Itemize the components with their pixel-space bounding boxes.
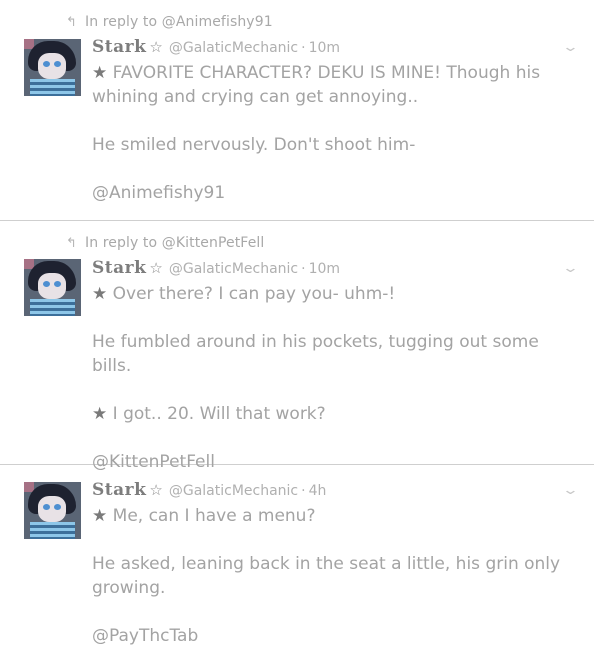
- display-name[interactable]: Stark: [92, 37, 146, 57]
- tweet-line: He fumbled around in his pockets, tuggin…: [92, 332, 539, 376]
- reply-to-text[interactable]: In reply to @Animefishy91: [85, 14, 273, 30]
- chevron-down-icon[interactable]: ⌄: [562, 483, 579, 498]
- handle[interactable]: @GalaticMechanic: [169, 40, 298, 56]
- tweet-header: Stark ☆ @GalaticMechanic · 4h: [92, 480, 326, 500]
- separator-dot: ·: [301, 40, 306, 56]
- tweet-header: Stark ☆ @GalaticMechanic · 10m: [92, 37, 340, 57]
- chevron-down-icon[interactable]: ⌄: [562, 261, 579, 276]
- black-star-glyph: ★: [92, 506, 108, 526]
- star-outline-icon: ☆: [149, 481, 163, 499]
- black-star-glyph: ★: [92, 63, 108, 83]
- tweet-line: ★ FAVORITE CHARACTER? DEKU IS MINE! Thou…: [92, 63, 541, 107]
- black-star-glyph: ★: [92, 404, 108, 424]
- reply-arrow-icon: ↰: [66, 236, 77, 251]
- tweet-line: ★ Over there? I can pay you- uhm-!: [92, 284, 396, 304]
- tweet[interactable]: ↰ In reply to @Animefishy91 Stark ☆ @Galati…: [0, 0, 594, 221]
- separator-dot: ·: [301, 261, 306, 277]
- separator-dot: ·: [301, 483, 306, 499]
- reply-context[interactable]: ↰ In reply to @KittenPetFell: [66, 235, 264, 251]
- reply-context[interactable]: ↰ In reply to @Animefishy91: [66, 14, 273, 30]
- tweet-line: He smiled nervously. Don't shoot him-: [92, 135, 416, 155]
- tweet[interactable]: Stark ☆ @GalaticMechanic · 4h ⌄ ★ Me, can I …: [0, 465, 594, 653]
- tweet-header: Stark ☆ @GalaticMechanic · 10m: [92, 258, 340, 278]
- timestamp[interactable]: 10m: [309, 261, 340, 277]
- avatar[interactable]: [24, 482, 81, 539]
- star-outline-icon: ☆: [149, 38, 163, 56]
- tweet-text: ★ FAVORITE CHARACTER? DEKU IS MINE! Thou…: [92, 61, 562, 205]
- tweet-text: ★ Over there? I can pay you- uhm-! He fu…: [92, 282, 562, 474]
- chevron-down-icon[interactable]: ⌄: [562, 40, 579, 55]
- tweet-line: He asked, leaning back in the seat a lit…: [92, 554, 561, 598]
- tweet-line: ★ Me, can I have a menu?: [92, 506, 316, 526]
- avatar[interactable]: [24, 259, 81, 316]
- tweet-text: ★ Me, can I have a menu? He asked, leani…: [92, 504, 562, 648]
- timestamp[interactable]: 10m: [309, 40, 340, 56]
- tweet-line: ★ I got.. 20. Will that work?: [92, 404, 326, 424]
- timeline: ↰ In reply to @Animefishy91 Stark ☆ @Galati…: [0, 0, 594, 653]
- handle[interactable]: @GalaticMechanic: [169, 483, 298, 499]
- reply-to-text[interactable]: In reply to @KittenPetFell: [85, 235, 264, 251]
- black-star-glyph: ★: [92, 284, 108, 304]
- display-name[interactable]: Stark: [92, 480, 146, 500]
- star-outline-icon: ☆: [149, 259, 163, 277]
- mention-link[interactable]: @PayThcTab: [92, 624, 562, 648]
- timestamp[interactable]: 4h: [309, 483, 327, 499]
- avatar[interactable]: [24, 39, 81, 96]
- display-name[interactable]: Stark: [92, 258, 146, 278]
- handle[interactable]: @GalaticMechanic: [169, 261, 298, 277]
- reply-arrow-icon: ↰: [66, 15, 77, 30]
- tweet[interactable]: ↰ In reply to @KittenPetFell Stark ☆ @Galat…: [0, 221, 594, 472]
- mention-link[interactable]: @Animefishy91: [92, 181, 562, 205]
